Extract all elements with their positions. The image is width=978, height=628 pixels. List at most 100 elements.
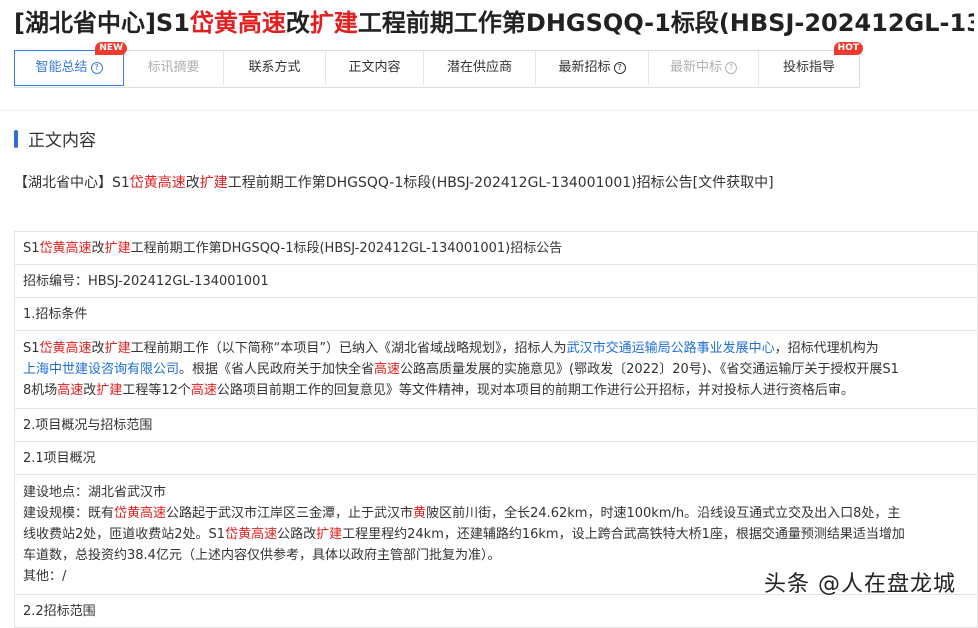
cell-text: 改 (83, 383, 97, 398)
cell-highlight: 岱黄高速 (39, 241, 92, 256)
title-highlight: 扩建 (309, 9, 358, 37)
cell-highlight: 岱黄高速 (39, 341, 92, 356)
tab-5[interactable]: 潜在供应商 (424, 51, 536, 85)
cell-text: 公路起于武汉市江岸区三金潭，止于武汉市 (166, 506, 414, 521)
cell-text: 改 (91, 341, 105, 356)
header-divider (0, 110, 978, 111)
cell-highlight: 扩建 (104, 241, 131, 256)
tab-4[interactable]: 正文内容 (326, 51, 424, 85)
cell-text: 2.1项目概况 (23, 451, 96, 466)
cell-highlight: 岱黄高速 (114, 506, 167, 521)
tab-1[interactable]: 智能总结? NEW (14, 42, 127, 86)
cell-text: 工程等12个 (122, 383, 191, 398)
tab-label: 最新中标 (669, 60, 722, 75)
cell-text: S1 (23, 241, 40, 256)
page-title: [湖北省中心]S1岱黄高速改扩建工程前期工作第DHGSQQ-1标段(HBSJ-2… (14, 6, 974, 40)
row-line: 线收费站2处，匝道收费站2处。S1岱黄高速公路改扩建工程里程约24km，还建辅路… (23, 524, 969, 545)
table-row: S1岱黄高速改扩建工程前期工作第DHGSQQ-1标段(HBSJ-202412GL… (15, 232, 977, 265)
tab-label: 潜在供应商 (446, 60, 512, 75)
cell-text: 公路高质量发展的实施意见》(鄂政发〔2022〕20号)、《省交通运输厅关于授权开… (400, 362, 899, 377)
row-line: S1岱黄高速改扩建工程前期工作第DHGSQQ-1标段(HBSJ-202412GL… (23, 232, 969, 265)
cell-link[interactable]: 上海中世建设咨询有限公司 (23, 362, 179, 377)
row-line: 2.2招标范围 (23, 595, 969, 628)
hot-badge: HOT (833, 42, 863, 55)
cell-text: 工程前期工作第DHGSQQ-1标段(HBSJ-202412GL-13400100… (130, 241, 563, 256)
cell-text: 8机场 (23, 383, 58, 398)
cell-highlight: 高速 (57, 383, 84, 398)
section-accent-bar (14, 129, 18, 148)
row-line: 招标编号：HBSJ-202412GL-134001001 (23, 265, 969, 298)
row-line: 1.招标条件 (23, 298, 969, 331)
tab-label: 智能总结 (35, 60, 88, 75)
cell-text: 公路改 (277, 527, 317, 542)
title-text: [湖北省中心]S1 (14, 9, 190, 37)
table-row: 2.2招标范围 (15, 595, 977, 628)
help-icon[interactable]: ? (613, 62, 626, 74)
cell-highlight: 扩建 (96, 383, 123, 398)
help-icon[interactable]: ? (725, 62, 737, 74)
row-line: 车道数，总投资约38.4亿元（上述内容仅供参考，具体以政府主管部门批复为准）。 (23, 545, 969, 566)
cell-text: ，招标代理机构为 (774, 341, 879, 356)
tab-label: 联系方式 (248, 60, 301, 75)
row-line: 2.1项目概况 (23, 442, 969, 475)
table-row: 2.项目概况与招标范围 (15, 409, 977, 442)
cell-highlight: 扩建 (104, 341, 131, 356)
cell-text: 改 (91, 241, 105, 256)
cell-highlight: 岱黄高速 (225, 527, 278, 542)
title-highlight: 岱黄高速 (189, 9, 286, 37)
cell-text: 工程前期工作（以下简称“本项目”）已纳入《湖北省域战略规划》，招标人为 (130, 341, 567, 356)
subject-highlight: 岱黄高速 (129, 175, 186, 191)
table-row: S1岱黄高速改扩建工程前期工作（以下简称“本项目”）已纳入《湖北省域战略规划》，… (15, 331, 977, 409)
row-line: 上海中世建设咨询有限公司。根据《省人民政府关于加快全省高速公路高质量发展的实施意… (23, 359, 969, 380)
cell-link[interactable]: 武汉市交通运输局公路事业发展中心 (567, 341, 775, 356)
section-title: 正文内容 (28, 131, 96, 151)
cell-text: 公路项目前期工作的回复意见》等文件精神，现对本项目的前期工作进行公开招标，并对投… (216, 383, 854, 398)
announcement-subject: 【湖北省中心】S1岱黄高速改扩建工程前期工作第DHGSQQ-1标段(HBSJ-2… (14, 172, 774, 192)
row-line: 2.项目概况与招标范围 (23, 409, 969, 442)
cell-text: 陂区前川街，全长24.62km，时速100km/h。沿线设互通式立交及出入口8处… (426, 506, 901, 521)
new-badge: NEW (95, 42, 127, 55)
cell-text: 建设地点：湖北省武汉市 (23, 485, 167, 500)
tab-6[interactable]: 最新招标? (536, 51, 649, 85)
help-icon[interactable]: ? (90, 62, 103, 74)
subject-text: 工程前期工作第DHGSQQ-1标段(HBSJ-202412GL-13400100… (227, 175, 774, 191)
section-header: 正文内容 (14, 126, 96, 151)
row-line: 建设规模：既有岱黄高速公路起于武汉市江岸区三金潭，止于武汉市黄陂区前川街，全长2… (23, 503, 969, 524)
cell-highlight: 高速 (190, 383, 217, 398)
tab-3[interactable]: 联系方式 (224, 51, 326, 85)
cell-text: 建设规模：既有 (23, 506, 115, 521)
title-text: 改 (285, 9, 310, 37)
tab-label: 最新招标 (558, 60, 611, 75)
cell-text: 2.项目概况与招标范围 (23, 418, 153, 433)
cell-text: 2.2招标范围 (23, 604, 96, 619)
row-line: 8机场高速改扩建工程等12个高速公路项目前期工作的回复意见》等文件精神，现对本项… (23, 380, 969, 401)
cell-text: 工程里程约24km，还建辅路约16km，设上跨合武高铁特大桥1座，根据交通量预测… (342, 527, 905, 542)
tab-label: 正文内容 (348, 60, 401, 75)
cell-highlight: 黄 (413, 506, 427, 521)
table-row: 招标编号：HBSJ-202412GL-134001001 (15, 265, 977, 298)
row-line: S1岱黄高速改扩建工程前期工作（以下简称“本项目”）已纳入《湖北省域战略规划》，… (23, 338, 969, 359)
cell-text: 1.招标条件 (23, 307, 88, 322)
table-row: 1.招标条件 (15, 298, 977, 331)
cell-text: S1 (23, 341, 40, 356)
tab-7[interactable]: 最新中标? (649, 51, 759, 85)
cell-text: 线收费站2处，匝道收费站2处。S1 (23, 527, 226, 542)
cell-text: 其他：/ (23, 569, 67, 584)
cell-text: 招标编号：HBSJ-202412GL-134001001 (23, 274, 269, 289)
subject-text: 改 (185, 175, 200, 191)
subject-highlight: 扩建 (199, 175, 228, 191)
tab-bar: 智能总结? NEW 标讯摘要 联系方式 正文内容 潜在供应商 最新招标? 最新中标? 投标指导 H… (14, 42, 863, 88)
table-row: 2.1项目概况 (15, 442, 977, 475)
tab-label: 标讯摘要 (147, 60, 200, 75)
cell-text: 车道数，总投资约38.4亿元（上述内容仅供参考，具体以政府主管部门批复为准）。 (23, 548, 501, 563)
tab-label: 投标指导 (782, 60, 835, 75)
tab-8[interactable]: 投标指导 HOT (759, 42, 863, 85)
cell-highlight: 高速 (374, 362, 401, 377)
row-line: 建设地点：湖北省武汉市 (23, 482, 969, 503)
cell-highlight: 扩建 (316, 527, 343, 542)
tab-2[interactable]: 标讯摘要 (124, 51, 224, 85)
title-text: 工程前期工作第DHGSQQ-1标段(HBSJ-202412GL-13... (357, 9, 974, 37)
cell-text: 。根据《省人民政府关于加快全省 (179, 362, 375, 377)
subject-text: 【湖北省中心】S1 (14, 175, 130, 191)
watermark: 头条 @人在盘龙城 (764, 572, 956, 597)
